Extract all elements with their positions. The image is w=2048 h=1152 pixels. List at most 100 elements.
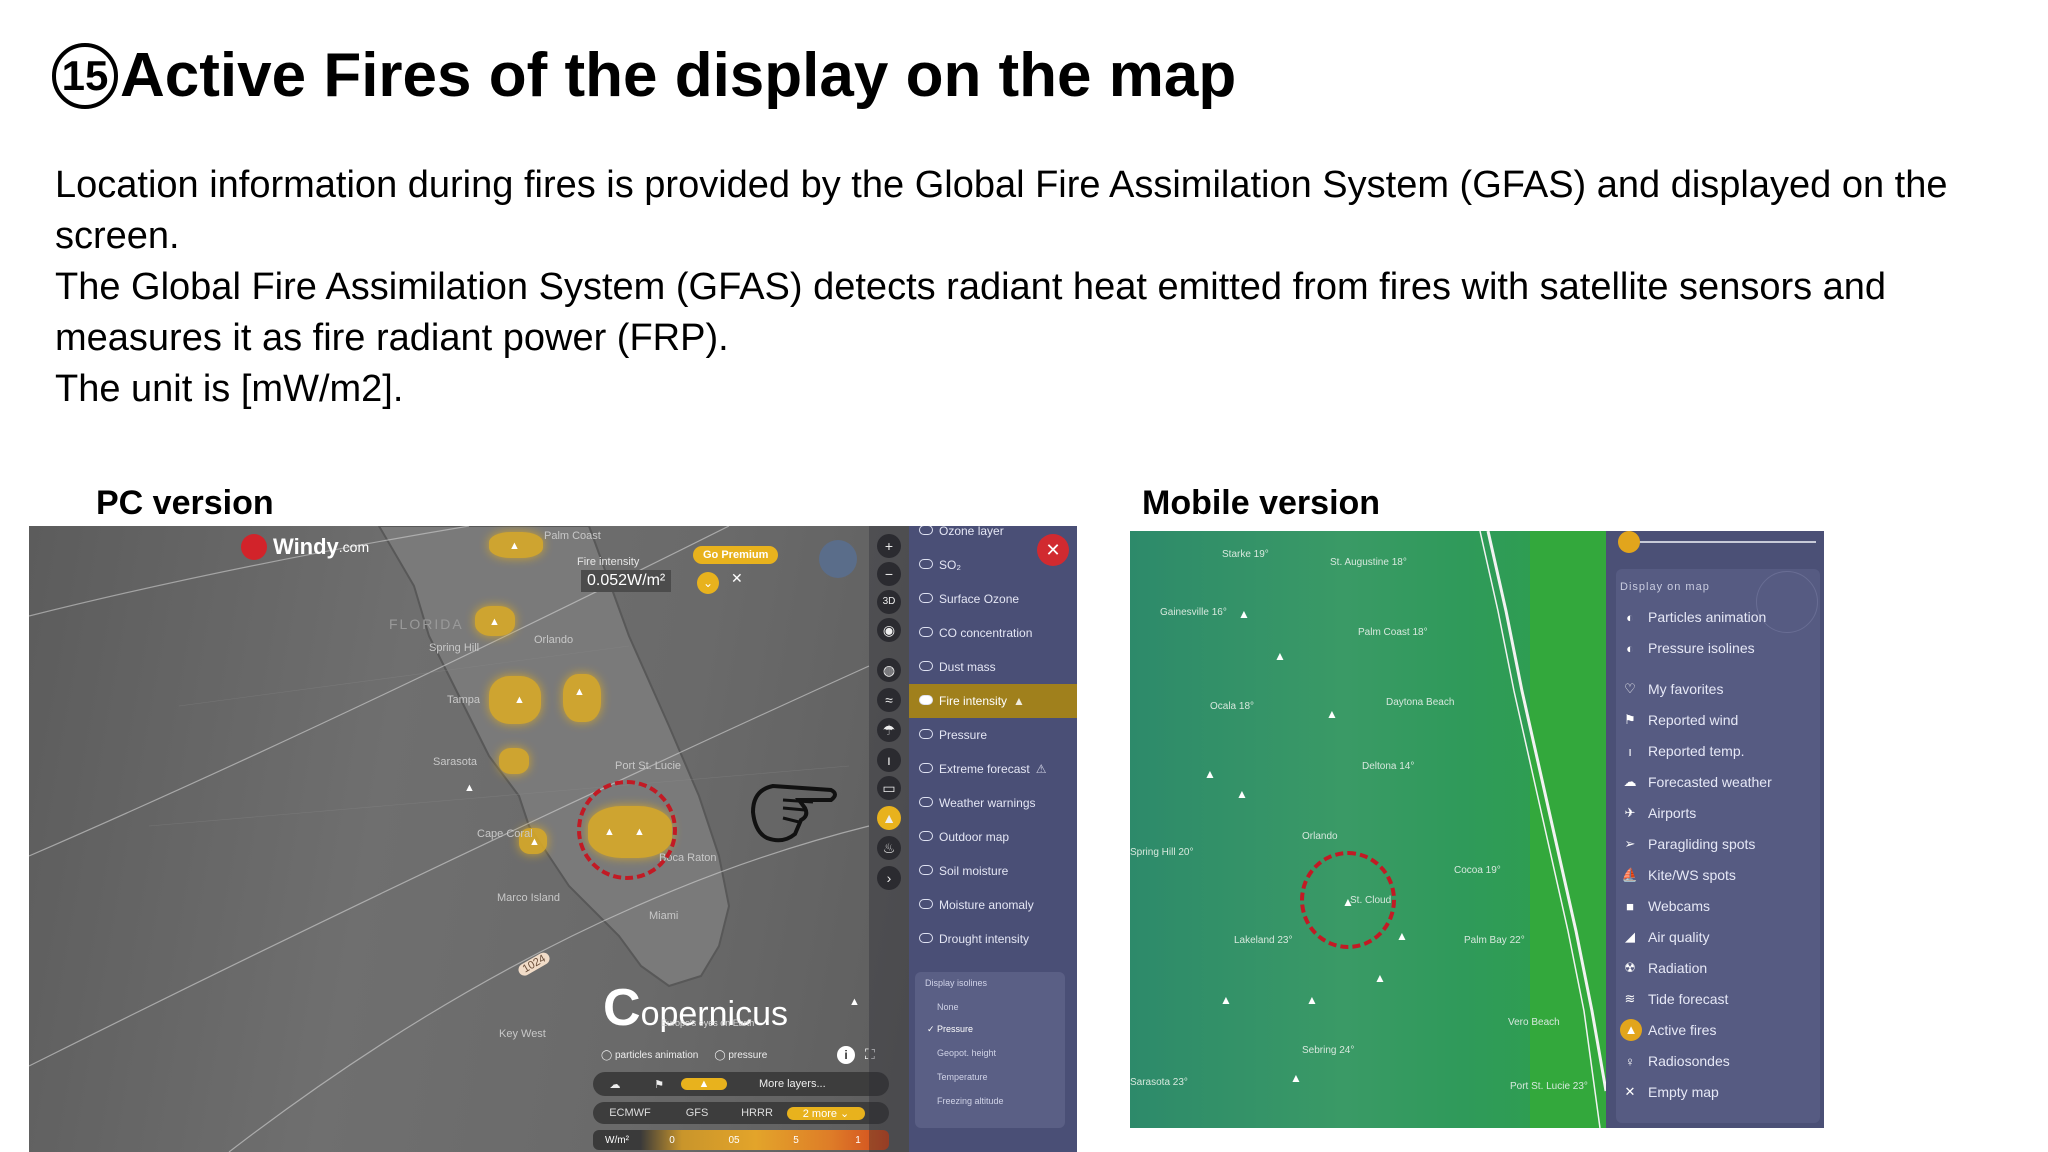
zoom-in-icon[interactable]: + [877,534,901,558]
state-label: FLORIDA [389,616,464,632]
copernicus-text: opernicus [640,995,788,1033]
car-icon[interactable]: ▭ [877,776,901,800]
layer-weather-warnings[interactable]: Weather warnings [909,786,1077,820]
model-gfs[interactable]: GFS [667,1107,727,1119]
toggle-icon [919,661,933,671]
model-hrrr[interactable]: HRRR [727,1107,787,1119]
menu-webcams[interactable]: ■ Webcams [1620,894,1710,918]
more-models-button[interactable]: 2 more ⌄ [787,1106,865,1120]
layer-ozone[interactable]: Ozone layer [909,526,1077,548]
kite-icon: ⛵ [1621,867,1639,882]
layer-so2[interactable]: SO₂ [909,548,1077,582]
layer-surface-ozone[interactable]: Surface Ozone [909,582,1077,616]
layer-label: Soil moisture [939,864,1009,878]
city-label: Key West [499,1028,546,1040]
particles-toggle-label: particles animation [614,1050,699,1061]
menu-my-favorites[interactable]: ♡ My favorites [1620,677,1723,701]
menu-tide-forecast[interactable]: ≋ Tide forecast [1620,987,1729,1011]
menu-label: Airports [1648,805,1697,821]
wind-icon[interactable]: ≈ [877,688,901,712]
flag-icon: ⚑ [1624,712,1636,727]
layer-moisture-anomaly[interactable]: Moisture anomaly [909,888,1077,922]
smoke-icon[interactable]: ♨ [877,836,901,860]
fire-icon[interactable]: ▲ [877,806,901,830]
coastline [1479,531,1606,1128]
more-models-label: 2 more [802,1107,837,1120]
pc-version-label: PC version [96,484,274,522]
fire-icon: ▲ [1274,649,1286,663]
menu-airports[interactable]: ✈ Airports [1620,801,1697,825]
layer-label: Dust mass [939,660,996,674]
pc-screenshot: ▲ ▲ ▲ ▲ ▲ ▲ ▲ ▲ ▲ Palm Coast Orlando Spr… [29,526,1077,1152]
heart-icon: ♡ [1624,681,1636,696]
menu-paragliding-spots[interactable]: ➢ Paragliding spots [1620,832,1756,856]
isoline-option[interactable]: Freezing altitude [937,1096,1004,1106]
copernicus-sub: Europe's eyes on Earth [661,1018,755,1028]
menu-label: Air quality [1648,929,1710,945]
chevron-right-icon[interactable]: › [877,866,901,890]
flame-icon: ▲ [509,540,520,552]
mobile-map[interactable]: Starke 19° St. Augustine 18° Gainesville… [1130,531,1606,1128]
menu-kite-ws-spots[interactable]: ⛵ Kite/WS spots [1620,863,1736,887]
menu-pressure-isolines[interactable]: ◐ Pressure isolines [1620,636,1755,660]
avatar[interactable] [819,540,857,578]
toggle-icon [919,797,933,807]
chevron-down-icon[interactable]: ⌄ [697,572,719,594]
menu-empty-map[interactable]: ✕ Empty map [1620,1080,1719,1104]
location-icon[interactable]: ◉ [877,618,901,642]
fire-icon[interactable]: ▲ [681,1078,727,1090]
info-icon[interactable]: i [837,1046,855,1064]
city-label: Port St. Lucie [615,760,682,772]
toggle-icon [919,933,933,943]
pc-map[interactable]: ▲ ▲ ▲ ▲ ▲ ▲ ▲ ▲ ▲ Palm Coast Orlando Spr… [29,526,909,1152]
close-icon: ✕ [1624,1084,1636,1099]
description-line-3: The unit is [mW/m2]. [55,368,404,410]
windy-logo-text: Windy [273,534,339,559]
windy-logo[interactable]: Windy .com [241,534,369,560]
layer-drought-intensity[interactable]: Drought intensity [909,922,1077,956]
zoom-out-icon[interactable]: − [877,562,901,586]
menu-air-quality[interactable]: ◢ Air quality [1620,925,1709,949]
more-layers-button[interactable]: More layers... [759,1078,826,1090]
menu-reported-wind[interactable]: ⚑ Reported wind [1620,708,1738,732]
menu-particles-animation[interactable]: ◐ Particles animation [1620,605,1766,629]
layer-soil-moisture[interactable]: Soil moisture [909,854,1077,888]
thermometer-icon[interactable]: ı [877,748,901,772]
model-ecmwf[interactable]: ECMWF [593,1107,667,1119]
layer-label: Weather warnings [939,796,1036,810]
isoline-option-selected[interactable]: ✓ Pressure [927,1024,973,1035]
flame-icon: ▲ [514,694,525,706]
isoline-option[interactable]: Temperature [937,1072,988,1082]
layer-outdoor-map[interactable]: Outdoor map [909,820,1077,854]
particles-toggle[interactable]: ◯ particles animation [601,1050,698,1061]
toggle-icon: ◐ [1626,640,1634,656]
pressure-toggle[interactable]: ◯ pressure [714,1050,767,1061]
slider-track[interactable] [1626,541,1816,543]
weather-icon[interactable]: ☁ [593,1078,637,1091]
layer-fire-intensity[interactable]: Fire intensity ▲ [909,684,1077,718]
layer-extreme-forecast[interactable]: Extreme forecast ⚠ [909,752,1077,786]
close-icon[interactable]: ✕ [731,570,743,587]
globe-icon[interactable]: ◍ [877,658,901,682]
menu-radiosondes[interactable]: ♀ Radiosondes [1620,1049,1730,1073]
flame-icon: ▲ [464,782,475,794]
layer-pressure[interactable]: Pressure [909,718,1077,752]
menu-label: Forecasted weather [1648,774,1772,790]
menu-radiation[interactable]: ☢ Radiation [1620,956,1707,980]
isoline-option[interactable]: Geopot. height [937,1048,996,1058]
thermometer-icon: ı [1628,743,1632,759]
highlight-circle [1300,851,1396,949]
slider-handle[interactable] [1618,531,1640,553]
go-premium-button[interactable]: Go Premium [693,546,779,564]
isoline-option[interactable]: None [937,1002,959,1012]
menu-forecasted-weather[interactable]: ☁ Forecasted weather [1620,770,1772,794]
menu-reported-temp[interactable]: ı Reported temp. [1620,739,1744,763]
menu-active-fires[interactable]: ▲ Active fires [1620,1018,1716,1042]
layer-dust[interactable]: Dust mass [909,650,1077,684]
rain-icon[interactable]: ☂ [877,718,901,742]
wind-icon[interactable]: ⚑ [637,1078,681,1091]
layer-picker: ☁ ⚑ ▲ More layers... [593,1072,889,1096]
3d-icon[interactable]: 3D [877,590,901,614]
layer-co[interactable]: CO concentration [909,616,1077,650]
legend-value: 5 [793,1134,799,1146]
